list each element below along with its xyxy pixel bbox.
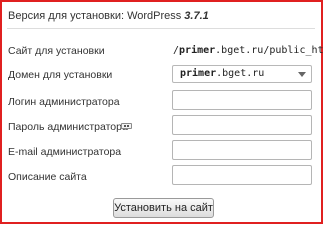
keyboard-icon[interactable]: [121, 123, 132, 129]
domain-label: Домен для установки: [8, 69, 113, 81]
site-description-input[interactable]: [172, 165, 312, 185]
domain-select-value: primer.bget.ru: [180, 68, 264, 79]
site-description-label: Описание сайта: [8, 171, 87, 183]
form-title: Версия для установки: WordPress 3.7.1: [8, 10, 209, 22]
admin-password-input[interactable]: [172, 115, 312, 135]
title-divider: [7, 28, 315, 29]
admin-login-input[interactable]: [172, 90, 312, 110]
admin-login-label: Логин администратора: [8, 96, 120, 108]
install-path-value: /primer.bget.ru/public_html: [173, 45, 323, 56]
install-path-label: Сайт для установки: [8, 45, 105, 57]
admin-email-input[interactable]: [172, 140, 312, 160]
install-path-rest: .bget.ru/public_html: [215, 45, 323, 56]
version-text: 3.7.1: [184, 10, 209, 22]
install-path-bold: primer: [179, 45, 216, 56]
chevron-down-icon: [298, 72, 306, 77]
domain-bold: primer: [180, 68, 217, 79]
title-text: Версия для установки: WordPress: [8, 10, 182, 22]
domain-rest: .bget.ru: [216, 68, 265, 79]
admin-email-label: E-mail администратора: [8, 146, 122, 158]
domain-select[interactable]: primer.bget.ru: [172, 65, 312, 83]
install-form-frame: Версия для установки: WordPress 3.7.1 Сай…: [0, 0, 323, 224]
admin-password-label: Пароль администратора: [8, 121, 128, 133]
install-button[interactable]: Установить на сайт: [113, 198, 214, 218]
